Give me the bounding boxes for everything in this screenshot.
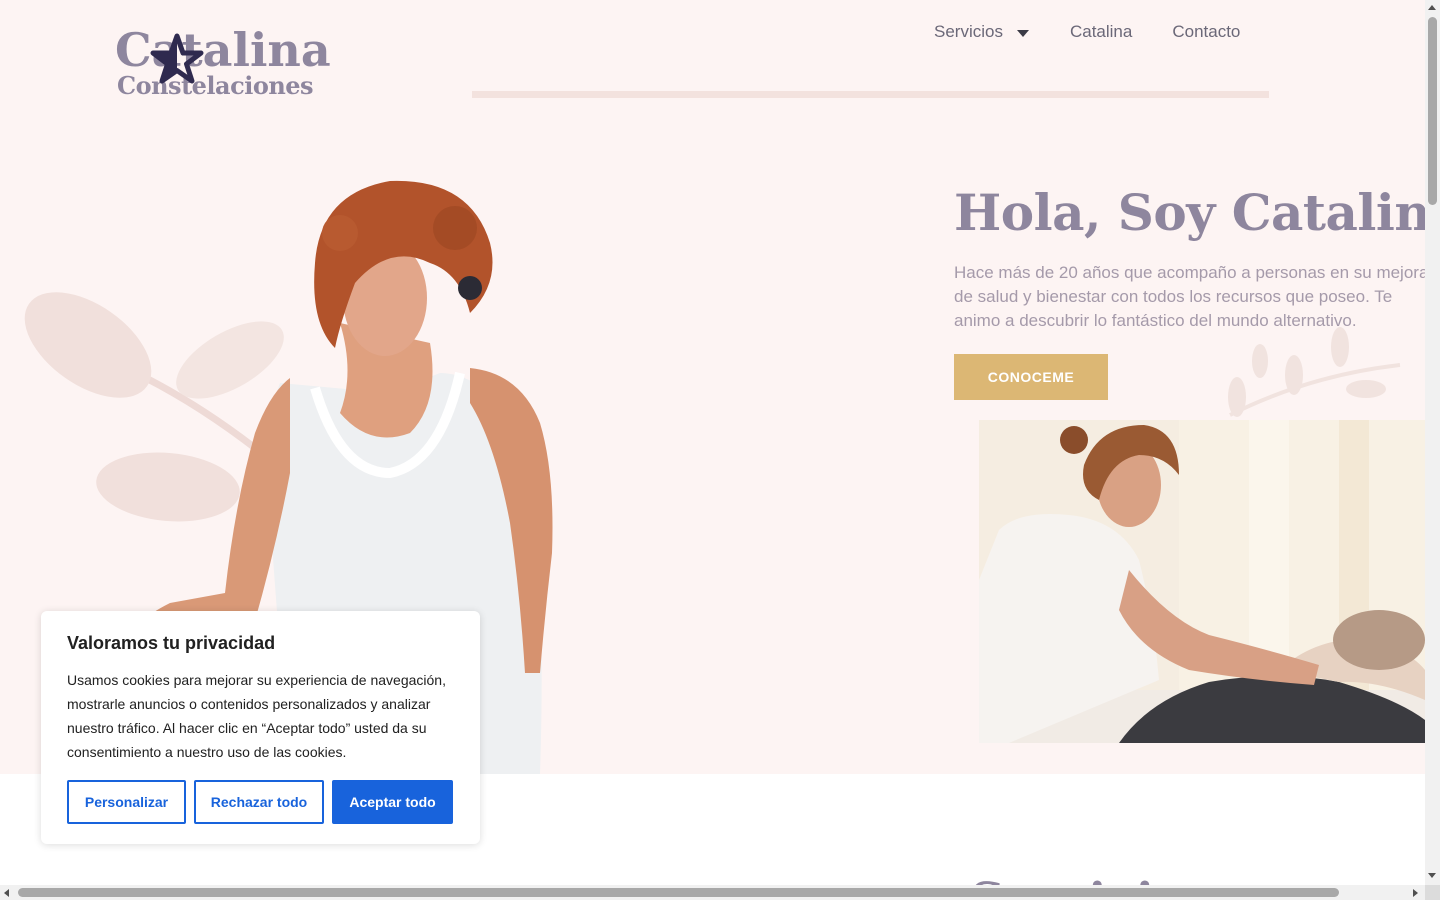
- site-logo[interactable]: Catalina Constelaciones: [115, 22, 331, 102]
- cookie-title: Valoramos tu privacidad: [67, 633, 276, 653]
- header-divider: [472, 91, 1269, 98]
- customize-button[interactable]: Personalizar: [67, 780, 186, 824]
- horizontal-scrollbar[interactable]: [0, 885, 1425, 900]
- page-viewport: Catalina Constelaciones Servicios Catali…: [0, 0, 1425, 885]
- massage-session-image: [979, 420, 1425, 743]
- logo-text-constelaciones: Constelaciones: [117, 71, 314, 100]
- hero-title: Hola, Soy Catalina: [954, 183, 1425, 242]
- logo-text-catalina: Catalina: [115, 23, 331, 77]
- star-icon: [150, 33, 204, 84]
- horizontal-scrollbar-thumb[interactable]: [18, 888, 1339, 897]
- cookie-description: Usamos cookies para mejorar su experienc…: [67, 672, 446, 760]
- services-heading: Servicios: [970, 873, 1213, 885]
- nav-item-catalina[interactable]: Catalina: [1070, 22, 1132, 42]
- conoceme-button[interactable]: CONOCEME: [954, 354, 1108, 400]
- nav-item-servicios[interactable]: Servicios: [934, 22, 1029, 42]
- reject-all-button[interactable]: Rechazar todo: [194, 780, 324, 824]
- scroll-down-arrow-icon[interactable]: [1428, 873, 1436, 878]
- site-header: Catalina Constelaciones Servicios Catali…: [0, 0, 1425, 125]
- scrollbar-corner: [1425, 885, 1440, 900]
- scroll-up-arrow-icon[interactable]: [1428, 5, 1436, 10]
- nav-item-contacto[interactable]: Contacto: [1172, 22, 1240, 42]
- nav-label-contacto: Contacto: [1172, 22, 1241, 41]
- scroll-left-arrow-icon[interactable]: [4, 889, 9, 897]
- nav-label-catalina: Catalina: [1069, 22, 1133, 41]
- hero-description: Hace más de 20 años que acompaño a perso…: [954, 263, 1425, 330]
- main-navigation: Servicios Catalina Contacto: [934, 20, 1240, 44]
- scroll-right-arrow-icon[interactable]: [1413, 889, 1418, 897]
- caret-down-icon: [1016, 29, 1029, 37]
- vertical-scrollbar[interactable]: [1425, 0, 1440, 885]
- accept-all-button[interactable]: Aceptar todo: [332, 780, 453, 824]
- cookie-consent-dialog: Valoramos tu privacidad Usamos cookies p…: [41, 611, 480, 844]
- nav-label-servicios: Servicios: [934, 22, 1003, 41]
- vertical-scrollbar-thumb[interactable]: [1428, 17, 1437, 205]
